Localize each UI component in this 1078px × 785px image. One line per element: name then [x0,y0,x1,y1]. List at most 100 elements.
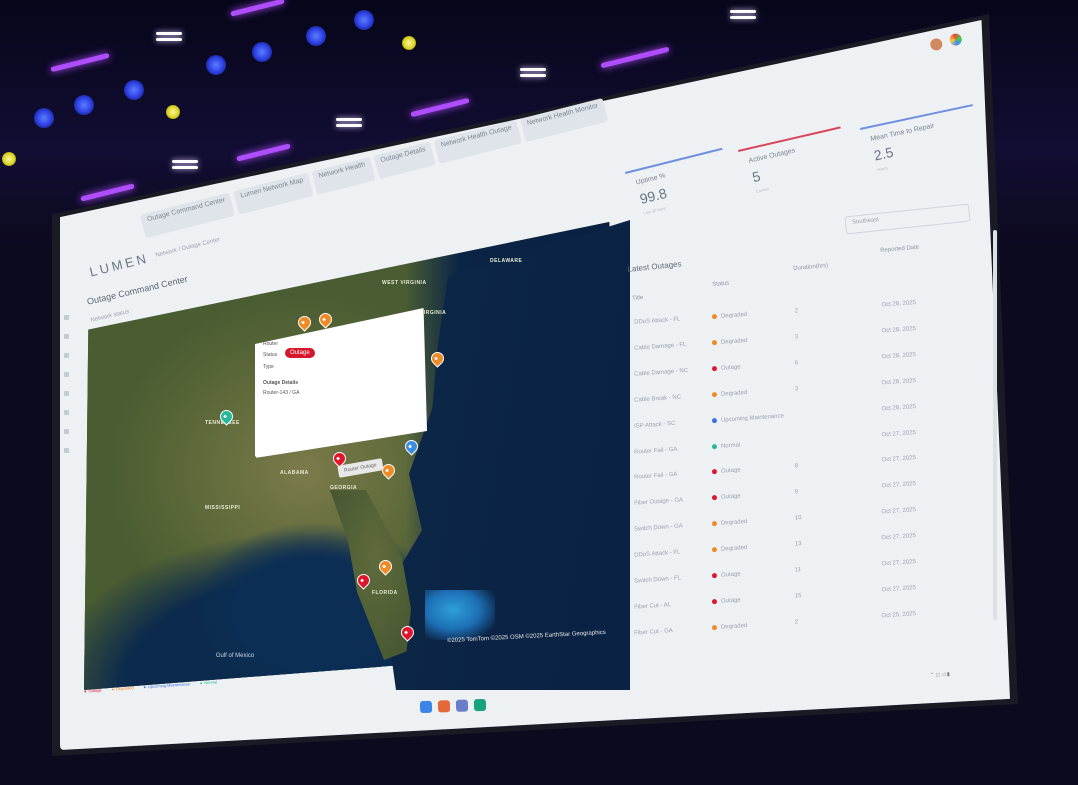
map-state-label: MISSISSIPPI [205,505,241,511]
row-status-label: Degraded [720,544,748,553]
stage-light [354,10,374,30]
sidebar-nav-icon[interactable] [64,353,69,358]
kpi-value: 2.5 [872,143,895,164]
row-duration: 2 [794,619,799,626]
row-date: Oct 27, 2025 [881,481,917,490]
row-duration: 13 [794,541,802,548]
sidebar-nav-icon[interactable] [64,391,69,396]
row-status: Degraded [711,544,748,554]
stage-light [402,36,416,50]
row-duration: 15 [794,592,802,600]
row-duration: 6 [794,360,799,367]
map-state-label: ALABAMA [280,470,309,476]
map-water-label: Gulf of Mexico [215,653,255,659]
kpi-label: Active Outages [748,147,796,165]
stage-light [166,105,180,119]
row-status-label: Outage [720,467,741,476]
row-date: Oct 28, 2025 [881,325,917,335]
status-dot [711,469,718,475]
windows-taskbar [419,698,487,714]
row-date: Oct 27, 2025 [881,584,917,594]
sidebar-nav-icon[interactable] [64,429,69,434]
status-dot [711,339,718,346]
table-scrollbar[interactable] [993,230,997,620]
row-title: Fiber Cut - AL [633,602,672,611]
row-status: Degraded [711,519,748,528]
status-dot [711,521,718,527]
edge-taskbar-icon[interactable] [473,698,487,712]
stage-light [206,55,226,75]
status-dot [711,365,718,372]
windows-start-icon[interactable] [419,700,433,714]
table-header[interactable]: Title [632,295,644,302]
popup-router-line: Router-143 / GA [263,390,300,396]
row-status-label: Outage [720,597,741,605]
row-duration: 9 [794,489,799,496]
popup-heading: Router [263,341,279,347]
stage-light-tube [156,32,182,44]
popup-details-heading: Outage Details [263,380,299,386]
sidebar-nav-icon[interactable] [64,448,69,453]
status-dot [711,313,718,320]
stage-light-tube [336,118,362,130]
map-state-label: WEST VIRGINIA [382,280,427,286]
row-date: Oct 28, 2025 [881,351,917,361]
row-status-label: Outage [720,364,741,372]
sidebar-nav-icon[interactable] [64,410,69,415]
row-duration: 10 [794,515,802,522]
sidebar-nav-icon[interactable] [64,334,69,339]
status-dot [711,391,718,397]
row-date: Oct 27, 2025 [881,455,917,464]
row-status: Outage [711,493,741,502]
stage-light [2,152,16,166]
row-duration: 11 [794,567,802,574]
system-tray: ⌃ ▢ ◁ ▮ [929,671,950,679]
status-dot [711,547,718,553]
status-badge: Outage [285,348,315,358]
stage-light [34,108,54,128]
row-status: Outage [711,364,741,372]
stage-light [306,26,326,46]
map-state-label: FLORIDA [372,590,398,596]
kpi-sub: Current [755,186,770,194]
map-state-label: DELAWARE [490,258,523,264]
map-state-label: GEORGIA [330,485,358,491]
row-status: Outage [711,467,741,476]
row-status-label: Outage [720,571,741,579]
copilot-taskbar-icon[interactable] [437,700,451,713]
row-status: Outage [711,597,741,605]
row-status: Degraded [711,311,748,321]
stage-light [74,95,94,115]
row-title: Router Fail - GA [633,472,678,482]
status-dot [711,495,718,501]
row-status: Degraded [711,622,748,632]
row-status-label: Degraded [720,389,748,398]
status-dot [711,443,718,449]
popup-type-label: Type [263,364,274,370]
row-status-label: Normal [720,441,741,450]
status-dot [711,598,718,605]
row-status-label: Degraded [720,311,748,320]
bahamas-shallows [425,590,495,640]
stage-light [124,80,144,100]
row-duration: 3 [794,334,799,341]
popup-status-label: Status [263,352,278,358]
kpi-sub: Last 30 days [642,205,667,216]
status-dot [711,572,718,579]
row-status-label: Outage [720,493,741,502]
stage-light-tube [172,160,198,172]
map-state-label: VIRGINIA [420,310,447,316]
sidebar-nav-icon[interactable] [64,372,69,377]
status-dot [711,417,718,423]
row-duration: 2 [794,308,799,315]
sidebar-nav [64,315,72,495]
row-date: Oct 25, 2025 [881,610,917,620]
row-status-label: Degraded [720,622,748,631]
row-status-label: Degraded [720,519,748,527]
stage-light-tube [730,10,756,22]
sidebar-nav-icon[interactable] [64,315,69,320]
status-dot [711,624,718,631]
row-date: Oct 28, 2025 [881,300,917,309]
row-date: Oct 27, 2025 [881,507,917,516]
teams-taskbar-icon[interactable] [455,699,469,712]
